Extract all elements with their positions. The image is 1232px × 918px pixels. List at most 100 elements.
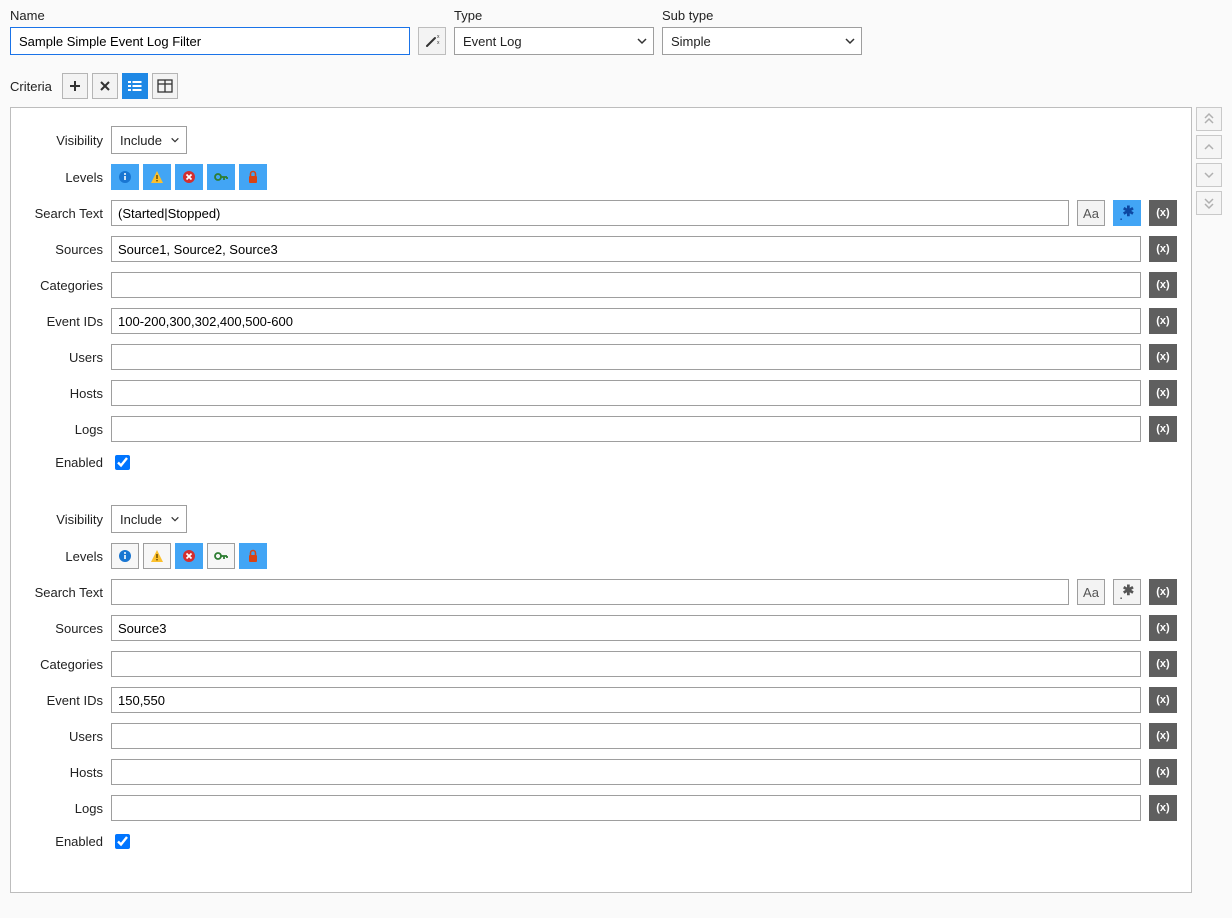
subtype-value: Simple bbox=[671, 34, 711, 49]
cross-icon bbox=[98, 79, 112, 93]
move-up-button[interactable] bbox=[1196, 135, 1222, 159]
insert-variable-button[interactable]: (x) bbox=[1149, 380, 1177, 406]
variable-icon: (x) bbox=[1156, 622, 1169, 634]
insert-variable-button[interactable]: (x) bbox=[1149, 723, 1177, 749]
level-warn-toggle[interactable] bbox=[143, 543, 171, 569]
move-bottom-button[interactable] bbox=[1196, 191, 1222, 215]
insert-variable-button[interactable]: (x) bbox=[1149, 344, 1177, 370]
insert-variable-button[interactable]: (x) bbox=[1149, 416, 1177, 442]
insert-variable-button[interactable]: (x) bbox=[1149, 687, 1177, 713]
enabled-checkbox[interactable] bbox=[115, 834, 130, 849]
logs-input[interactable] bbox=[111, 416, 1141, 442]
level-error-toggle[interactable] bbox=[175, 543, 203, 569]
hosts-input[interactable] bbox=[111, 380, 1141, 406]
criteria-label: Criteria bbox=[10, 79, 52, 94]
error-icon bbox=[182, 549, 196, 563]
insert-variable-button[interactable]: (x) bbox=[1149, 200, 1177, 226]
variable-icon: (x) bbox=[1156, 387, 1169, 399]
variable-icon: (x) bbox=[1156, 766, 1169, 778]
variable-icon: (x) bbox=[1156, 243, 1169, 255]
sources-input[interactable] bbox=[111, 615, 1141, 641]
visibility-select[interactable]: Include bbox=[111, 505, 187, 533]
lock-icon bbox=[247, 170, 259, 184]
search-text-label: Search Text bbox=[25, 206, 103, 221]
hosts-input[interactable] bbox=[111, 759, 1141, 785]
warning-icon bbox=[150, 170, 164, 184]
event-ids-label: Event IDs bbox=[25, 314, 103, 329]
visibility-select[interactable]: Include bbox=[111, 126, 187, 154]
insert-variable-button[interactable]: (x) bbox=[1149, 615, 1177, 641]
categories-input[interactable] bbox=[111, 651, 1141, 677]
level-lock-toggle[interactable] bbox=[239, 543, 267, 569]
insert-variable-button[interactable]: (x) bbox=[1149, 795, 1177, 821]
logs-label: Logs bbox=[25, 422, 103, 437]
visibility-label: Visibility bbox=[25, 512, 103, 527]
chevron-up-icon bbox=[1203, 141, 1215, 153]
case-sensitive-icon: Aa bbox=[1083, 206, 1099, 221]
double-chevron-down-icon bbox=[1203, 196, 1215, 210]
name-label: Name bbox=[10, 8, 410, 23]
enabled-label: Enabled bbox=[25, 834, 103, 849]
level-info-toggle[interactable] bbox=[111, 164, 139, 190]
search-text-input[interactable] bbox=[111, 579, 1069, 605]
logs-input[interactable] bbox=[111, 795, 1141, 821]
users-input[interactable] bbox=[111, 344, 1141, 370]
variable-icon: (x) bbox=[1156, 315, 1169, 327]
users-label: Users bbox=[25, 350, 103, 365]
regex-toggle[interactable]: .✱ bbox=[1113, 200, 1141, 226]
search-text-label: Search Text bbox=[25, 585, 103, 600]
move-down-button[interactable] bbox=[1196, 163, 1222, 187]
list-icon bbox=[127, 79, 143, 93]
case-sensitive-toggle[interactable]: Aa bbox=[1077, 200, 1105, 226]
insert-variable-button[interactable]: (x) bbox=[1149, 236, 1177, 262]
lock-icon bbox=[247, 549, 259, 563]
generate-name-button[interactable]: x x bbox=[418, 27, 446, 55]
plus-icon bbox=[68, 79, 82, 93]
sources-label: Sources bbox=[25, 242, 103, 257]
grid-view-button[interactable] bbox=[152, 73, 178, 99]
users-input[interactable] bbox=[111, 723, 1141, 749]
level-key-toggle[interactable] bbox=[207, 164, 235, 190]
categories-label: Categories bbox=[25, 278, 103, 293]
list-view-button[interactable] bbox=[122, 73, 148, 99]
move-top-button[interactable] bbox=[1196, 107, 1222, 131]
search-text-input[interactable] bbox=[111, 200, 1069, 226]
insert-variable-button[interactable]: (x) bbox=[1149, 651, 1177, 677]
key-icon bbox=[213, 170, 229, 184]
sources-input[interactable] bbox=[111, 236, 1141, 262]
regex-toggle[interactable]: .✱ bbox=[1113, 579, 1141, 605]
info-icon bbox=[118, 170, 132, 184]
event-ids-input[interactable] bbox=[111, 687, 1141, 713]
visibility-value: Include bbox=[120, 512, 162, 527]
insert-variable-button[interactable]: (x) bbox=[1149, 308, 1177, 334]
name-input[interactable] bbox=[10, 27, 410, 55]
level-key-toggle[interactable] bbox=[207, 543, 235, 569]
level-lock-toggle[interactable] bbox=[239, 164, 267, 190]
insert-variable-button[interactable]: (x) bbox=[1149, 272, 1177, 298]
level-info-toggle[interactable] bbox=[111, 543, 139, 569]
variable-icon: (x) bbox=[1156, 694, 1169, 706]
insert-variable-button[interactable]: (x) bbox=[1149, 579, 1177, 605]
remove-criteria-button[interactable] bbox=[92, 73, 118, 99]
variable-icon: (x) bbox=[1156, 658, 1169, 670]
warning-icon bbox=[150, 549, 164, 563]
level-warn-toggle[interactable] bbox=[143, 164, 171, 190]
level-error-toggle[interactable] bbox=[175, 164, 203, 190]
error-icon bbox=[182, 170, 196, 184]
key-icon bbox=[213, 549, 229, 563]
event-ids-label: Event IDs bbox=[25, 693, 103, 708]
insert-variable-button[interactable]: (x) bbox=[1149, 759, 1177, 785]
subtype-select[interactable]: Simple bbox=[662, 27, 862, 55]
add-criteria-button[interactable] bbox=[62, 73, 88, 99]
levels-label: Levels bbox=[25, 170, 103, 185]
case-sensitive-toggle[interactable]: Aa bbox=[1077, 579, 1105, 605]
type-select[interactable]: Event Log bbox=[454, 27, 654, 55]
event-ids-input[interactable] bbox=[111, 308, 1141, 334]
hosts-label: Hosts bbox=[25, 386, 103, 401]
enabled-checkbox[interactable] bbox=[115, 455, 130, 470]
grid-icon bbox=[157, 79, 173, 93]
categories-input[interactable] bbox=[111, 272, 1141, 298]
levels-label: Levels bbox=[25, 549, 103, 564]
variable-icon: (x) bbox=[1156, 279, 1169, 291]
chevron-down-icon bbox=[1203, 169, 1215, 181]
